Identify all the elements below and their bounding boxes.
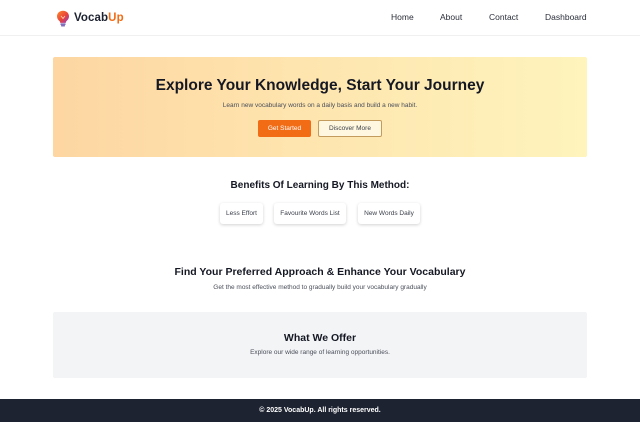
site-header: VocabUp Home About Contact Dashboard <box>0 0 640 36</box>
nav-contact[interactable]: Contact <box>489 12 518 22</box>
footer-copyright: © 2025 VocabUp. All rights reserved. <box>259 407 381 414</box>
nav-about[interactable]: About <box>440 12 462 22</box>
offer-subtitle: Explore our wide range of learning oppor… <box>250 349 390 356</box>
brand-name-part2: Up <box>108 12 124 24</box>
hero-banner: Explore Your Knowledge, Start Your Journ… <box>53 57 587 157</box>
brand-name: VocabUp <box>74 12 124 24</box>
lightbulb-icon <box>57 10 69 26</box>
approach-title: Find Your Preferred Approach & Enhance Y… <box>174 266 466 278</box>
discover-more-button[interactable]: Discover More <box>318 120 382 137</box>
nav-dashboard[interactable]: Dashboard <box>545 12 587 22</box>
offer-section: What We Offer Explore our wide range of … <box>53 312 587 378</box>
approach-subtitle: Get the most effective method to gradual… <box>213 284 427 291</box>
hero-title: Explore Your Knowledge, Start Your Journ… <box>155 77 485 94</box>
benefit-chip-new-words-daily: New Words Daily <box>358 203 420 224</box>
offer-title: What We Offer <box>283 332 357 344</box>
brand-logo[interactable]: VocabUp <box>56 9 124 27</box>
get-started-button[interactable]: Get Started <box>258 120 311 137</box>
hero-subtitle: Learn new vocabulary words on a daily ba… <box>222 102 418 109</box>
brand-name-part1: Vocab <box>74 12 109 24</box>
benefit-chip-favourite-words: Favourite Words List <box>274 203 346 224</box>
benefits-title: Benefits Of Learning By This Method: <box>230 180 410 191</box>
site-footer: © 2025 VocabUp. All rights reserved. <box>0 399 640 422</box>
benefit-chip-less-effort: Less Effort <box>220 203 263 224</box>
nav-home[interactable]: Home <box>391 12 414 22</box>
